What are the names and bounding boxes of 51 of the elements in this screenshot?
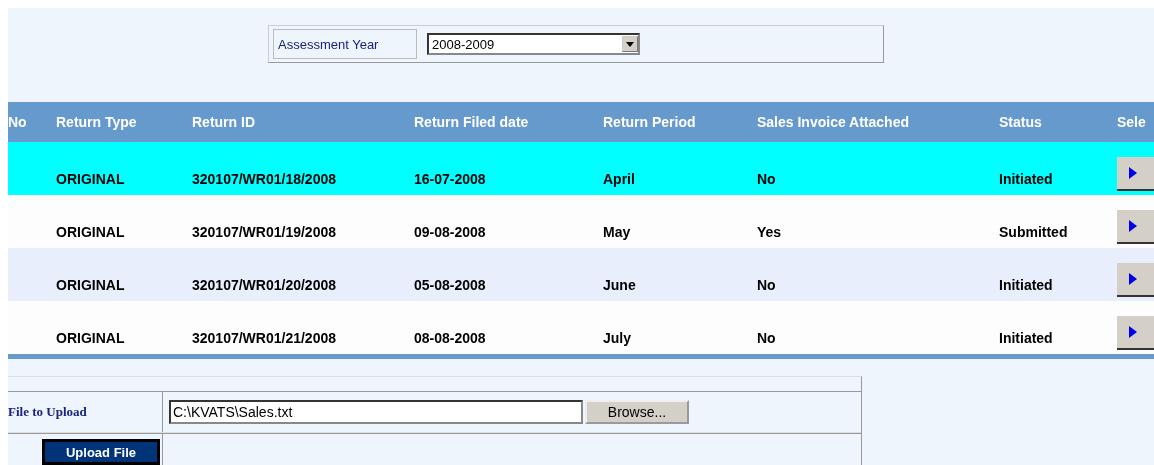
table-cell-text: Initiated: [999, 330, 1054, 346]
table-cell-text: Yes: [757, 224, 783, 240]
table-cell-text: 320107/WR01/19/2008: [192, 224, 337, 240]
column-header: Return Filed date: [414, 114, 530, 130]
table-cell-text: 320107/WR01/20/2008: [192, 277, 337, 293]
table-cell-text: 16-07-2008: [414, 171, 487, 187]
select-button[interactable]: [1117, 263, 1154, 297]
dropdown-caret-icon[interactable]: [622, 36, 638, 52]
play-icon: [1129, 220, 1137, 232]
table-cell-text: ORIGINAL: [56, 330, 126, 346]
table-cell-text: No: [757, 171, 777, 187]
table-cell-text: 09-08-2008: [414, 224, 487, 240]
column-header: Status: [999, 114, 1043, 130]
file-path-field[interactable]: C:\KVATS\Sales.txt: [169, 400, 583, 424]
table-cell-text: Initiated: [999, 277, 1054, 293]
assessment-year-label: Assessment Year: [273, 29, 417, 59]
table-cell-text: No: [757, 330, 777, 346]
table-cell-text: Submitted: [999, 224, 1069, 240]
table-cell-text: July: [603, 330, 632, 346]
table-row[interactable]: ORIGINAL 320107/WR01/21/2008 08-08-2008 July No Initiated: [8, 301, 1154, 354]
table-row[interactable]: ORIGINAL 320107/WR01/20/2008 05-08-2008 June No Initiated: [8, 248, 1154, 301]
file-upload-label: File to Upload: [8, 403, 88, 421]
table-cell-text: 320107/WR01/18/2008: [192, 171, 337, 187]
table-cell-text: ORIGINAL: [56, 277, 126, 293]
table-cell-text: May: [603, 224, 632, 240]
table-row[interactable]: ORIGINAL 320107/WR01/19/2008 09-08-2008 May Yes Submitted: [8, 195, 1154, 248]
table-row[interactable]: ORIGINAL 320107/WR01/18/2008 16-07-2008 April No Initiated: [8, 142, 1154, 195]
browse-button[interactable]: Browse...: [585, 400, 689, 424]
table-cell-text: 05-08-2008: [414, 277, 487, 293]
column-header: No: [8, 114, 28, 130]
play-icon: [1129, 326, 1137, 338]
column-header: Sele: [1117, 114, 1147, 130]
select-button[interactable]: [1117, 157, 1154, 191]
play-icon: [1129, 167, 1137, 179]
table-cell-text: ORIGINAL: [56, 171, 126, 187]
column-header: Return ID: [192, 114, 256, 130]
column-header: Return Type: [56, 114, 138, 130]
play-icon: [1129, 273, 1137, 285]
table-cell-text: No: [757, 277, 777, 293]
table-cell-text: ORIGINAL: [56, 224, 126, 240]
table-cell-text: 320107/WR01/21/2008: [192, 330, 337, 346]
column-header: Sales Invoice Attached: [757, 114, 910, 130]
select-button[interactable]: [1117, 210, 1154, 244]
table-cell-text: 08-08-2008: [414, 330, 487, 346]
table-cell-text: Initiated: [999, 171, 1054, 187]
table-cell-text: June: [603, 277, 637, 293]
upload-file-button[interactable]: Upload File: [42, 439, 160, 465]
column-header: Return Period: [603, 114, 697, 130]
select-button[interactable]: [1117, 316, 1154, 350]
assessment-year-select[interactable]: 2008-2009: [427, 33, 640, 55]
table-cell-text: April: [603, 171, 636, 187]
